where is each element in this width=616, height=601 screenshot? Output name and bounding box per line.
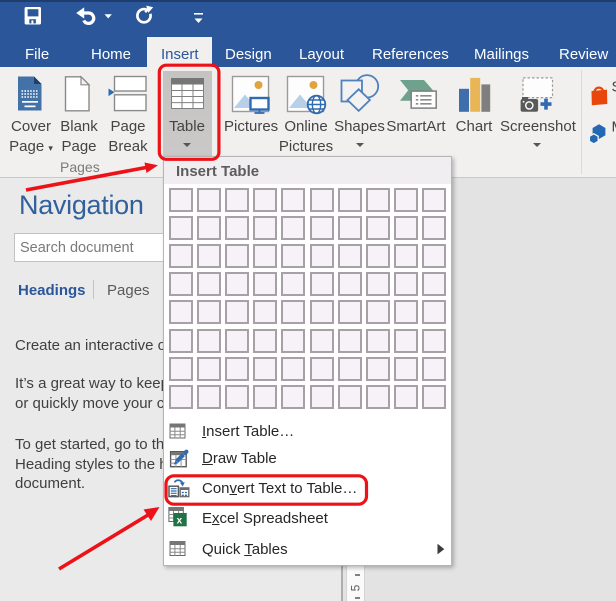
- svg-text:My: My: [612, 119, 616, 136]
- svg-text:x: x: [177, 516, 183, 527]
- svg-text:Store: Store: [612, 79, 616, 96]
